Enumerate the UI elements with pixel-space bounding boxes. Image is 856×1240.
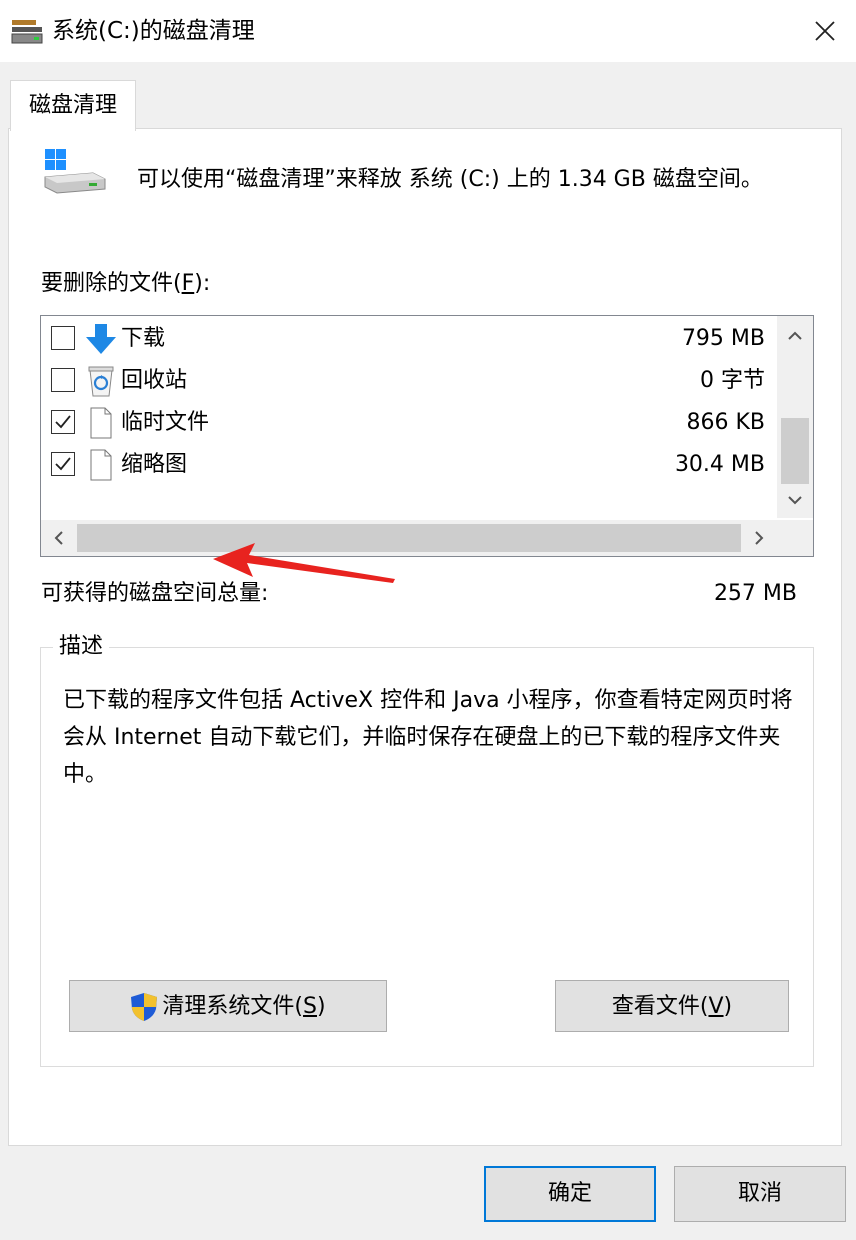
free-space-message: 可以使用“磁盘清理”来释放 系统 (C:) 上的 1.34 GB 磁盘空间。 [137,167,763,192]
total-space-label: 可获得的磁盘空间总量: [41,581,269,606]
close-button[interactable] [794,0,856,62]
uac-shield-icon [131,993,158,1021]
list-item[interactable]: 下载 795 MB [41,318,777,360]
item-name: 下载 [121,326,166,351]
file-icon [90,449,112,481]
cleanup-system-files-button[interactable]: 清理系统文件(S) [69,980,387,1032]
chevron-up-icon [788,331,802,340]
close-icon [815,21,835,41]
view-files-button[interactable]: 查看文件(V) [555,980,789,1032]
tab-disk-cleanup[interactable]: 磁盘清理 [10,80,136,131]
ok-button[interactable]: 确定 [484,1166,656,1222]
checkmark-icon [55,457,71,471]
recycle-bin-icon [88,366,114,397]
list-item[interactable]: 缩略图 30.4 MB [41,444,777,486]
chevron-down-icon [788,496,802,505]
list-item[interactable]: 回收站 0 字节 [41,360,777,402]
scroll-left-button[interactable] [45,524,73,552]
total-space-value: 257 MB [713,581,797,606]
item-size: 0 字节 [700,368,765,393]
checkbox[interactable] [51,368,75,392]
vertical-scroll-thumb[interactable] [781,418,809,484]
disk-cleanup-app-icon [11,20,43,44]
checkbox[interactable] [51,410,75,434]
item-size: 795 MB [681,326,765,351]
files-to-delete-label: 要删除的文件(F): [41,271,211,296]
item-size: 866 KB [686,410,765,435]
file-icon [90,407,112,439]
horizontal-scroll-thumb[interactable] [77,524,741,552]
description-group: 描述 已下载的程序文件包括 ActiveX 控件和 Java 小程序，你查看特定… [40,630,814,1067]
window-title: 系统(C:)的磁盘清理 [52,18,255,44]
item-name: 临时文件 [121,410,210,435]
title-bar: 系统(C:)的磁盘清理 [0,0,856,62]
cancel-button[interactable]: 取消 [674,1166,846,1222]
checkbox[interactable] [51,326,75,350]
tab-panel: 可以使用“磁盘清理”来释放 系统 (C:) 上的 1.34 GB 磁盘空间。 要… [8,128,842,1146]
download-arrow-icon [86,324,116,354]
scroll-right-button[interactable] [745,524,773,552]
checkbox[interactable] [51,452,75,476]
item-name: 缩略图 [121,452,188,477]
scroll-up-button[interactable] [781,322,809,350]
description-text: 已下载的程序文件包括 ActiveX 控件和 Java 小程序，你查看特定网页时… [63,688,793,787]
list-item[interactable]: 临时文件 866 KB [41,402,777,444]
scroll-down-button[interactable] [781,486,809,514]
checkmark-icon [55,415,71,429]
vertical-scrollbar[interactable] [777,316,813,518]
scrollbar-corner [777,520,813,556]
horizontal-scrollbar[interactable] [41,520,813,556]
chevron-right-icon [755,531,764,545]
files-list[interactable]: 下载 795 MB 回收站 0 字节 临时文件 866 KB 缩略图 30.4 … [40,315,814,557]
item-size: 30.4 MB [674,452,765,477]
chevron-left-icon [54,531,63,545]
description-legend: 描述 [53,630,110,664]
drive-icon [44,149,106,194]
item-name: 回收站 [121,368,188,393]
